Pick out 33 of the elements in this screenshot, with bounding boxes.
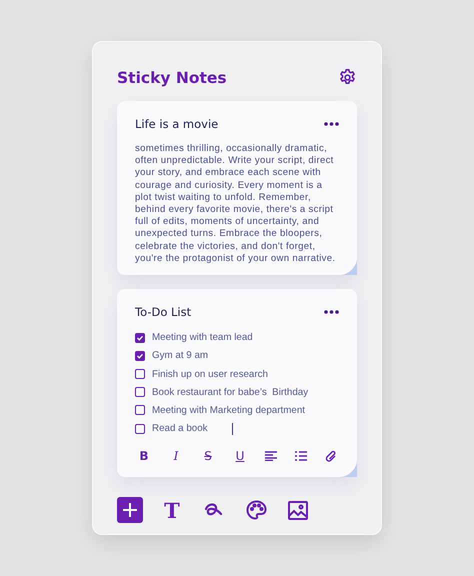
checkbox[interactable] xyxy=(135,405,145,416)
page-curl-icon xyxy=(340,258,357,276)
add-tool-button[interactable] xyxy=(117,497,143,524)
italic-button[interactable]: I xyxy=(169,449,183,464)
checkbox[interactable] xyxy=(135,387,145,398)
strikethrough-button[interactable]: S xyxy=(201,449,215,464)
todo-item: Book restaurant for babe’s Birthday xyxy=(152,386,308,398)
note-title: Life is a movie xyxy=(135,117,218,131)
checkbox[interactable] xyxy=(135,369,145,379)
app-title: Sticky Notes xyxy=(117,68,227,86)
checkbox[interactable] xyxy=(135,350,145,361)
note-title: To-Do List xyxy=(135,305,192,320)
image-icon xyxy=(288,500,308,520)
settings-icon[interactable] xyxy=(338,68,357,87)
checkbox[interactable] xyxy=(135,332,145,343)
list-icon[interactable] xyxy=(295,451,307,462)
bold-button[interactable]: B xyxy=(137,449,151,464)
paperclip-icon[interactable] xyxy=(325,450,337,463)
todo-item: Read a book xyxy=(152,423,208,434)
page-curl-icon xyxy=(340,460,357,478)
note-text: sometimes thrilling, occasionally dramatic, often unpredictable. Write your script, direct your story, and embrace each scene with courage and curiosity. Every moment is a plot twist waiting to unfold. Remember, behind every favorite movie, there's a script full of edits, moments of uncertainty, and unexpected turns. Embrace the bloopers, celebrate the victories, and don't forget, you're the protagonist of your own narrative. xyxy=(135,143,336,266)
text-tool-button[interactable]: T xyxy=(159,497,185,524)
todo-item: Gym at 9 am xyxy=(152,350,208,362)
todo-item: Meeting with team lead xyxy=(152,332,253,344)
more-icon[interactable] xyxy=(324,122,339,126)
todo-item: Finish up on user research xyxy=(152,368,268,380)
more-icon[interactable] xyxy=(324,310,339,314)
plus-icon xyxy=(122,502,138,518)
checkbox[interactable] xyxy=(135,424,145,434)
underline-button[interactable]: U xyxy=(233,449,247,464)
palette-icon xyxy=(246,500,266,520)
todo-item: Meeting with Marketing department xyxy=(152,404,306,416)
align-left-icon[interactable] xyxy=(265,451,277,462)
